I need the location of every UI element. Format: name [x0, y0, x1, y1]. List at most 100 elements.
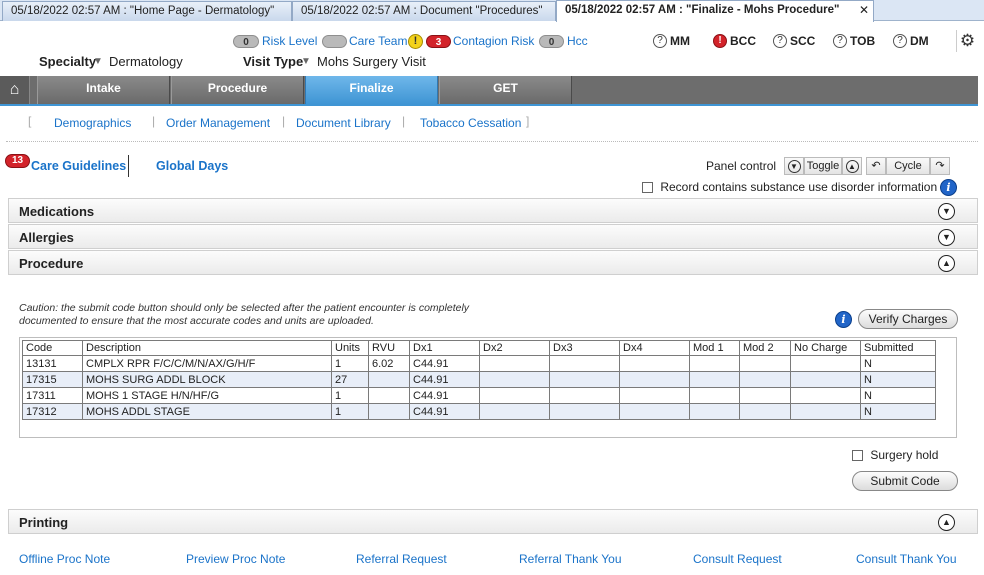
visit-type-value[interactable]: Mohs Surgery Visit: [317, 54, 426, 69]
window-tab-document-procedures[interactable]: 05/18/2022 02:57 AM : Document "Procedur…: [292, 1, 556, 21]
referral-request-link[interactable]: Referral Request: [356, 552, 447, 566]
collapse-down-button[interactable]: ▼: [784, 157, 804, 175]
verify-charges-button[interactable]: Verify Charges: [858, 309, 958, 329]
column-header[interactable]: Code: [22, 340, 83, 356]
table-row[interactable]: 17315 MOHS SURG ADDL BLOCK 27 C44.91 N: [22, 371, 936, 388]
table-cell: [479, 371, 550, 388]
column-header[interactable]: Description: [82, 340, 332, 356]
table-cell: [549, 387, 620, 404]
section-allergies[interactable]: Allergies ▼: [8, 224, 978, 249]
table-cell: C44.91: [409, 355, 480, 372]
table-cell: 1: [331, 403, 369, 420]
table-cell: N: [860, 403, 936, 420]
submit-code-button[interactable]: Submit Code: [852, 471, 958, 491]
sublink-demographics[interactable]: Demographics: [54, 116, 131, 130]
divider: |: [152, 114, 156, 128]
sublink-document-library[interactable]: Document Library: [296, 116, 391, 130]
table-cell: [479, 403, 550, 420]
offline-proc-note-link[interactable]: Offline Proc Note: [19, 552, 110, 566]
toggle-button[interactable]: Toggle: [804, 157, 842, 175]
table-cell: N: [860, 371, 936, 388]
question-icon: ?: [773, 34, 787, 48]
section-title: Allergies: [19, 230, 74, 245]
expand-down-icon[interactable]: ▼: [938, 229, 955, 246]
table-cell: CMPLX RPR F/C/C/M/N/AX/G/H/F: [82, 355, 332, 372]
collapse-up-icon[interactable]: ▲: [938, 255, 955, 272]
table-cell: 13131: [22, 355, 83, 372]
referral-thank-you-link[interactable]: Referral Thank You: [519, 552, 622, 566]
info-icon[interactable]: i: [940, 179, 957, 196]
collapse-up-button[interactable]: ▲: [842, 157, 862, 175]
cycle-button[interactable]: Cycle: [886, 157, 930, 175]
table-cell: 1: [331, 387, 369, 404]
column-header[interactable]: Mod 1: [689, 340, 740, 356]
table-cell: [689, 371, 740, 388]
substance-use-checkbox[interactable]: [642, 182, 653, 194]
table-cell: [619, 355, 690, 372]
global-days-link[interactable]: Global Days: [156, 159, 228, 173]
collapse-up-icon[interactable]: ▲: [938, 514, 955, 531]
window-tab-finalize[interactable]: 05/18/2022 02:57 AM : "Finalize - Mohs P…: [556, 0, 874, 22]
table-row[interactable]: 13131 CMPLX RPR F/C/C/M/N/AX/G/H/F 1 6.02 C4…: [22, 355, 936, 372]
indicator-dm[interactable]: DM: [910, 34, 929, 48]
close-icon[interactable]: ✕: [859, 1, 869, 19]
chevron-down-icon[interactable]: ▼: [301, 56, 311, 67]
table-cell: 17311: [22, 387, 83, 404]
section-procedure[interactable]: Procedure ▲: [8, 250, 978, 275]
column-header[interactable]: No Charge: [790, 340, 861, 356]
table-header-row: Code Description Units RVU Dx1 Dx2 Dx3 D…: [22, 340, 936, 356]
window-tab-home-page[interactable]: 05/18/2022 02:57 AM : "Home Page - Derma…: [2, 1, 292, 21]
surgery-hold-checkbox[interactable]: [852, 450, 863, 462]
tab-intake[interactable]: Intake: [37, 76, 170, 104]
indicator-mm[interactable]: MM: [670, 34, 690, 48]
table-cell: MOHS ADDL STAGE: [82, 403, 332, 420]
indicator-scc[interactable]: SCC: [790, 34, 815, 48]
consult-thank-you-link[interactable]: Consult Thank You: [856, 552, 957, 566]
column-header[interactable]: Dx2: [479, 340, 550, 356]
table-cell: N: [860, 387, 936, 404]
tab-procedure[interactable]: Procedure: [171, 76, 304, 104]
table-cell: [479, 355, 550, 372]
care-guidelines-link[interactable]: Care Guidelines: [31, 159, 126, 173]
visit-type-label: Visit Type: [243, 54, 304, 69]
column-header[interactable]: Dx1: [409, 340, 480, 356]
table-cell: 1: [331, 355, 369, 372]
specialty-value[interactable]: Dermatology: [109, 54, 183, 69]
column-header[interactable]: Submitted: [860, 340, 936, 356]
chevron-down-icon[interactable]: ▼: [93, 56, 103, 67]
sublink-order-management[interactable]: Order Management: [166, 116, 270, 130]
cycle-back-button[interactable]: ↶: [866, 157, 886, 175]
contagion-risk-link[interactable]: Contagion Risk: [453, 34, 534, 48]
sublink-tobacco-cessation[interactable]: Tobacco Cessation: [420, 116, 521, 130]
column-header[interactable]: Dx3: [549, 340, 620, 356]
preview-proc-note-link[interactable]: Preview Proc Note: [186, 552, 285, 566]
window-tab-label: 05/18/2022 02:57 AM : "Home Page - Derma…: [11, 5, 275, 17]
hcc-link[interactable]: Hcc: [567, 34, 588, 48]
indicator-bcc[interactable]: BCC: [730, 34, 756, 48]
indicator-tob[interactable]: TOB: [850, 34, 875, 48]
column-header[interactable]: Units: [331, 340, 369, 356]
table-cell: [549, 355, 620, 372]
section-printing[interactable]: Printing ▲: [8, 509, 978, 534]
risk-level-link[interactable]: Risk Level: [262, 34, 317, 48]
consult-request-link[interactable]: Consult Request: [693, 552, 782, 566]
column-header[interactable]: RVU: [368, 340, 410, 356]
info-icon[interactable]: i: [835, 311, 852, 328]
hcc-count-badge: 0: [539, 35, 564, 48]
question-icon: ?: [653, 34, 667, 48]
surgery-hold-row: Surgery hold: [852, 448, 938, 462]
tab-get[interactable]: GET: [439, 76, 572, 104]
tab-finalize[interactable]: Finalize: [305, 76, 438, 104]
column-header[interactable]: Dx4: [619, 340, 690, 356]
care-team-link[interactable]: Care Team: [349, 34, 407, 48]
home-icon[interactable]: ⌂: [0, 76, 30, 104]
chevron-up-icon: ▲: [845, 159, 859, 173]
table-row[interactable]: 17311 MOHS 1 STAGE H/N/HF/G 1 C44.91 N: [22, 387, 936, 404]
column-header[interactable]: Mod 2: [739, 340, 791, 356]
table-row[interactable]: 17312 MOHS ADDL STAGE 1 C44.91 N: [22, 403, 936, 420]
section-medications[interactable]: Medications ▼: [8, 198, 978, 223]
expand-down-icon[interactable]: ▼: [938, 203, 955, 220]
table-cell: [689, 355, 740, 372]
gear-icon[interactable]: ⚙: [956, 30, 978, 52]
cycle-forward-button[interactable]: ↷: [930, 157, 950, 175]
